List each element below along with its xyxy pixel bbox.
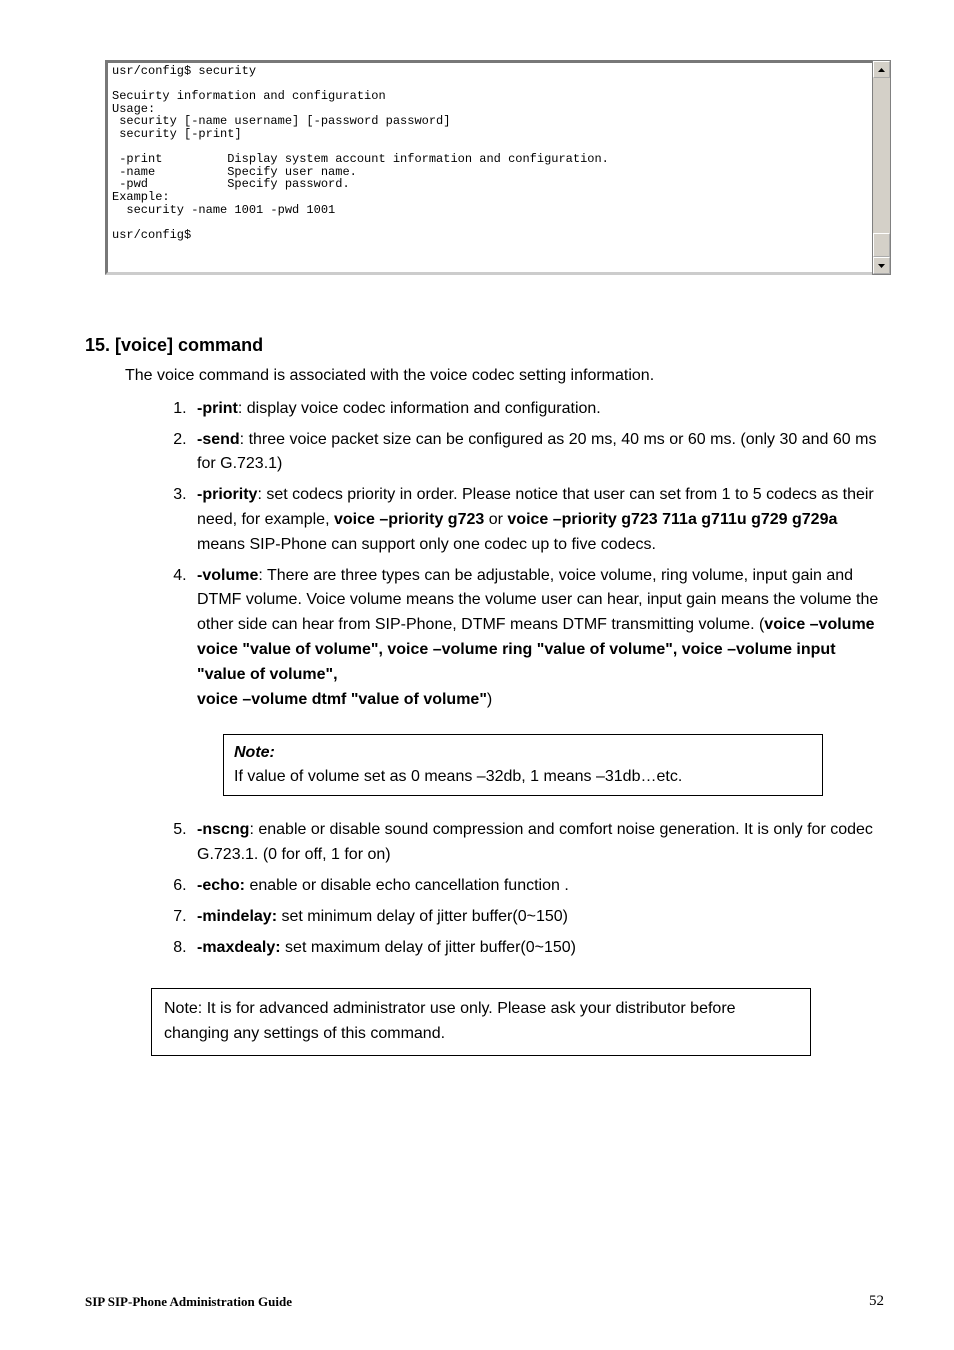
cmd-desc: display voice codec information and conf… <box>247 400 601 417</box>
scroll-thumb[interactable] <box>873 233 890 257</box>
cmd-name: -echo: <box>197 877 245 894</box>
cmd-sep: : <box>240 431 249 448</box>
cmd-name: -nscng <box>197 821 249 838</box>
note-box-1: Note: If value of volume set as 0 means … <box>223 734 823 796</box>
cmd-name: -send <box>197 431 240 448</box>
cmd-example-1: voice –priority g723 <box>334 511 484 528</box>
chevron-down-icon <box>878 264 885 268</box>
cmd-name: -mindelay: <box>197 908 277 925</box>
scroll-up-button[interactable] <box>873 61 890 78</box>
scroll-down-button[interactable] <box>873 257 890 274</box>
cmd-name: -volume <box>197 567 258 584</box>
list-item: -echo: enable or disable echo cancellati… <box>191 874 884 899</box>
terminal-scrollbar[interactable] <box>872 60 891 275</box>
list-item: -maxdealy: set maximum delay of jitter b… <box>191 936 884 961</box>
page-footer: SIP SIP-Phone Administration Guide 52 <box>85 1293 884 1310</box>
cmd-desc: set minimum delay of jitter buffer(0~150… <box>281 908 568 925</box>
cmd-desc-post: means SIP-Phone can support only one cod… <box>197 536 656 553</box>
note-title: Note: <box>234 741 812 765</box>
page-number: 52 <box>869 1293 884 1310</box>
note-body: If value of volume set as 0 means –32db,… <box>234 765 812 789</box>
cmd-sep: : <box>249 821 258 838</box>
scroll-track[interactable] <box>873 78 890 257</box>
cmd-desc: enable or disable echo cancellation func… <box>249 877 568 894</box>
terminal-container: usr/config$ security Secuirty informatio… <box>105 60 874 275</box>
list-item: -volume: There are three types can be ad… <box>191 564 884 797</box>
chevron-up-icon <box>878 68 885 72</box>
cmd-sep: : <box>257 486 266 503</box>
note-box-2: Note: It is for advanced administrator u… <box>151 988 811 1056</box>
cmd-sep: : <box>238 400 247 417</box>
cmd-name: -maxdealy: <box>197 939 281 956</box>
list-item: -mindelay: set minimum delay of jitter b… <box>191 905 884 930</box>
list-item: -nscng: enable or disable sound compress… <box>191 818 884 868</box>
cmd-desc: set maximum delay of jitter buffer(0~150… <box>285 939 576 956</box>
cmd-desc: enable or disable sound compression and … <box>197 821 873 863</box>
list-item: -print: display voice codec information … <box>191 397 884 422</box>
cmd-mid: or <box>484 511 507 528</box>
cmd-name: -print <box>197 400 238 417</box>
cmd-name: -priority <box>197 486 257 503</box>
footer-left: SIP SIP-Phone Administration Guide <box>85 1294 292 1310</box>
cmd-example-2: voice –priority g723 711a g711u g729 g72… <box>507 511 837 528</box>
cmd-desc-post: ) <box>487 691 492 708</box>
cmd-sep: : <box>258 567 267 584</box>
terminal-output: usr/config$ security Secuirty informatio… <box>105 60 874 275</box>
cmd-example-2: voice –volume dtmf "value of volume" <box>197 691 487 708</box>
command-list: -print: display voice codec information … <box>165 397 884 961</box>
note-body: Note: It is for advanced administrator u… <box>164 1000 736 1042</box>
section-heading: 15. [voice] command <box>85 335 884 356</box>
list-item: -priority: set codecs priority in order.… <box>191 483 884 557</box>
cmd-desc: three voice packet size can be configure… <box>197 431 876 473</box>
section-intro: The voice command is associated with the… <box>125 364 884 389</box>
list-item: -send: three voice packet size can be co… <box>191 428 884 478</box>
